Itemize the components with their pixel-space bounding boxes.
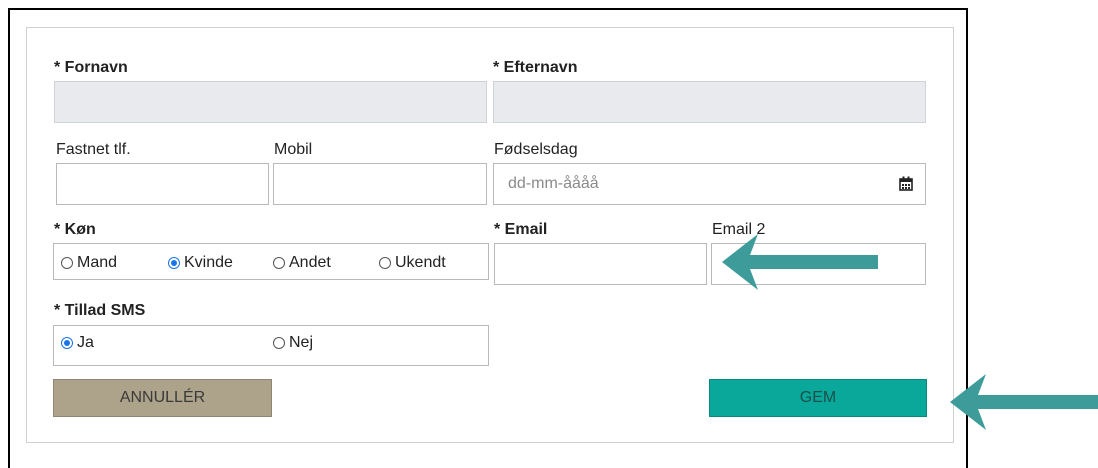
first-name-label: * Fornavn <box>54 59 128 76</box>
last-name-field[interactable] <box>493 81 926 123</box>
landline-input[interactable] <box>57 164 268 204</box>
email-label: * Email <box>494 221 548 238</box>
gender-option-ukendt[interactable]: Ukendt <box>379 254 446 272</box>
save-button[interactable]: GEM <box>709 379 927 417</box>
first-name-field[interactable] <box>54 81 487 123</box>
sms-option-nej[interactable]: Nej <box>273 334 313 352</box>
last-name-input[interactable] <box>494 82 925 122</box>
landline-field[interactable] <box>56 163 269 205</box>
radio-button-selected[interactable] <box>61 337 73 349</box>
mobile-input[interactable] <box>274 164 486 204</box>
cancel-button[interactable]: ANNULLÉR <box>53 379 272 417</box>
radio-button[interactable] <box>379 257 391 269</box>
birthday-field[interactable] <box>493 163 926 205</box>
calendar-icon[interactable] <box>899 176 913 191</box>
radio-button[interactable] <box>61 257 73 269</box>
mobile-label: Mobil <box>274 141 313 158</box>
sms-radio-group: Ja Nej <box>53 325 489 366</box>
gender-option-mand[interactable]: Mand <box>61 254 117 272</box>
gender-option-kvinde[interactable]: Kvinde <box>168 254 233 272</box>
email-input[interactable] <box>495 244 706 284</box>
birthday-label: Fødselsdag <box>494 141 578 158</box>
radio-button[interactable] <box>273 257 285 269</box>
sms-option-ja[interactable]: Ja <box>61 334 94 352</box>
landline-label: Fastnet tlf. <box>56 141 131 158</box>
left-arrow-icon <box>722 234 878 290</box>
first-name-input[interactable] <box>55 82 486 122</box>
gender-radio-group: Mand Kvinde Andet Ukendt <box>53 243 489 280</box>
radio-button-selected[interactable] <box>168 257 180 269</box>
email-field[interactable] <box>494 243 707 285</box>
mobile-field[interactable] <box>273 163 487 205</box>
last-name-label: * Efternavn <box>493 59 578 76</box>
left-arrow-icon <box>950 374 1098 430</box>
gender-option-andet[interactable]: Andet <box>273 254 331 272</box>
birthday-input[interactable] <box>494 164 925 204</box>
gender-label: * Køn <box>54 221 96 238</box>
sms-label: * Tillad SMS <box>54 302 146 319</box>
radio-button[interactable] <box>273 337 285 349</box>
